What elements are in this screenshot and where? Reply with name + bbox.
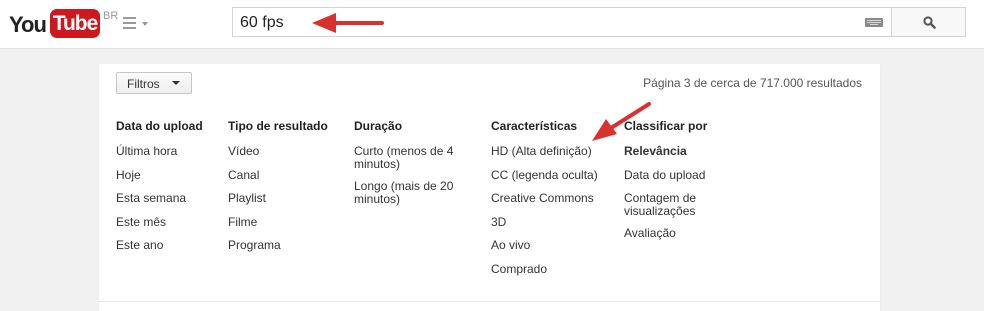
search-icon <box>923 16 936 29</box>
guide-menu-button[interactable] <box>123 16 153 32</box>
filter-column-upload-date: Data do upload Última hora Hoje Esta sem… <box>116 119 203 263</box>
filter-this-year[interactable]: Este ano <box>116 239 203 263</box>
filter-movie[interactable]: Filme <box>228 215 328 240</box>
column-title: Classificar por <box>624 119 708 133</box>
hamburger-menu-icon-bar <box>123 22 136 24</box>
filter-live[interactable]: Ao vivo <box>491 239 598 263</box>
country-code: BR <box>103 10 119 22</box>
hamburger-menu-icon <box>123 17 136 19</box>
filter-cc[interactable]: CC (legenda oculta) <box>491 168 598 193</box>
search-input[interactable]: 60 fps <box>240 8 284 36</box>
filters-button[interactable]: Filtros <box>116 72 192 94</box>
filter-this-week[interactable]: Esta semana <box>116 192 203 216</box>
filters-button-label: Filtros <box>127 77 160 91</box>
filter-creative-commons[interactable]: Creative Commons <box>491 192 598 216</box>
filter-this-month[interactable]: Este mês <box>116 215 203 240</box>
filter-column-result-type: Tipo de resultado Vídeo Canal Playlist F… <box>228 119 328 263</box>
filter-long[interactable]: Longo (mais de 20 minutos) <box>354 180 466 215</box>
filter-3d[interactable]: 3D <box>491 215 598 240</box>
sort-relevance[interactable]: Relevância <box>624 145 724 169</box>
column-title: Tipo de resultado <box>228 119 328 133</box>
filter-short[interactable]: Curto (menos de 4 minutos) <box>354 145 466 180</box>
search-filters-panel: Filtros Página 3 de cerca de 717.000 res… <box>99 64 880 311</box>
result-count: Página 3 de cerca de 717.000 resultados <box>643 76 862 90</box>
filter-last-hour[interactable]: Última hora <box>116 145 203 169</box>
column-title: Características <box>491 119 578 133</box>
column-title: Data do upload <box>116 119 203 133</box>
column-title: Duração <box>354 119 403 133</box>
keyboard-icon[interactable] <box>865 18 883 27</box>
filter-playlist[interactable]: Playlist <box>228 192 328 216</box>
divider <box>99 301 880 302</box>
masthead: You Tube BR 60 fps <box>0 0 984 49</box>
hamburger-menu-icon-bar <box>123 27 136 29</box>
logo-text-you: You <box>9 12 47 37</box>
search-button[interactable] <box>892 7 966 37</box>
filter-channel[interactable]: Canal <box>228 168 328 193</box>
filter-show[interactable]: Programa <box>228 239 328 263</box>
filter-column-sort-by: Classificar por Relevância Data do uploa… <box>624 119 724 251</box>
filter-today[interactable]: Hoje <box>116 168 203 193</box>
sort-view-count[interactable]: Contagem de visualizações <box>624 192 724 227</box>
filter-column-duration: Duração Curto (menos de 4 minutos) Longo… <box>354 119 466 215</box>
logo-text-tube: Tube <box>52 12 99 35</box>
sort-upload-date[interactable]: Data do upload <box>624 168 724 193</box>
filter-column-features: Características HD (Alta definição) CC (… <box>491 119 598 286</box>
logo-tube-badge: Tube <box>50 9 100 38</box>
filter-purchased[interactable]: Comprado <box>491 262 598 287</box>
caret-down-icon <box>172 81 180 85</box>
filter-video[interactable]: Vídeo <box>228 145 328 169</box>
filter-hd[interactable]: HD (Alta definição) <box>491 145 598 169</box>
chevron-down-icon <box>142 22 148 26</box>
sort-rating[interactable]: Avaliação <box>624 227 724 251</box>
search-box[interactable]: 60 fps <box>232 7 892 37</box>
